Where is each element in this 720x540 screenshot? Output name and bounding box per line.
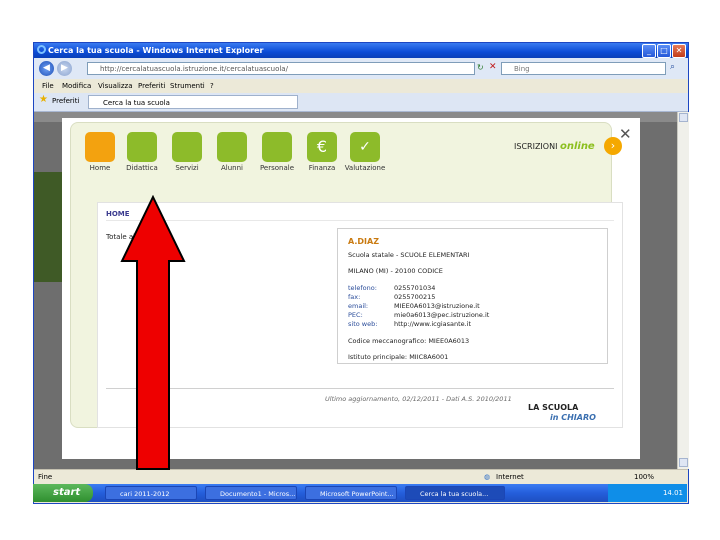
- start-button[interactable]: start: [33, 484, 93, 502]
- school-name: A.DIAZ: [348, 237, 379, 246]
- clock: 14.01: [662, 489, 683, 497]
- sito-link[interactable]: http://www.icgiasante.it: [394, 320, 471, 328]
- address-row: ◀ ▶ http://cercalatuascuola.istruzione.i…: [34, 58, 688, 79]
- taskbar: start cari 2011-2012 Documento1 - Micros…: [33, 484, 687, 502]
- minimize-button[interactable]: _: [642, 44, 656, 58]
- red-arrow-annotation: [120, 195, 186, 470]
- alunni-tile-icon[interactable]: [217, 132, 247, 162]
- logo-in-chiaro: in CHIARO: [550, 413, 596, 422]
- last-update-text: Ultimo aggiornamento, 02/12/2011 - Dati …: [325, 395, 512, 403]
- status-bar: Fine ◍ Internet 100%: [34, 469, 688, 484]
- close-modal-button[interactable]: ✕: [619, 125, 632, 143]
- task-powerpoint[interactable]: Microsoft PowerPoint...: [305, 486, 397, 500]
- tile-label-servizi[interactable]: Servizi: [165, 164, 209, 172]
- back-icon[interactable]: ◀: [39, 61, 54, 76]
- system-tray: 14.01: [608, 484, 687, 502]
- email-link[interactable]: MIEE0A6013@istruzione.it: [394, 302, 480, 310]
- search-icon[interactable]: ⌕: [670, 62, 675, 72]
- stop-icon[interactable]: ✕: [489, 62, 499, 73]
- menu-preferiti[interactable]: Preferiti: [138, 79, 165, 93]
- fax-value: 0255700215: [394, 293, 436, 301]
- tile-label-alunni[interactable]: Alunni: [210, 164, 254, 172]
- istituto-principale: Istituto principale: MIIC8A6001: [348, 353, 449, 361]
- ie-icon: [37, 45, 46, 54]
- logo-la-scuola: LA SCUOLA: [528, 403, 579, 412]
- tile-label-home[interactable]: Home: [78, 164, 122, 172]
- tile-label-finanza[interactable]: Finanza: [300, 164, 344, 172]
- menu-modifica[interactable]: Modifica: [62, 79, 91, 93]
- zone-text: Internet: [496, 473, 524, 481]
- sito-label: sito web:: [348, 320, 378, 328]
- search-input[interactable]: Bing: [501, 62, 666, 75]
- personale-tile-icon[interactable]: [262, 132, 292, 162]
- menu-strumenti[interactable]: Strumenti: [170, 79, 205, 93]
- servizi-tile-icon[interactable]: [172, 132, 202, 162]
- scroll-up-icon[interactable]: [679, 113, 688, 122]
- iscrizioni-online-link[interactable]: ISCRIZIONI online: [514, 141, 595, 152]
- menu-help[interactable]: ?: [210, 79, 214, 93]
- status-text: Fine: [38, 473, 53, 481]
- globe-icon: ◍: [484, 473, 491, 481]
- school-card: A.DIAZ Scuola statale - SCUOLE ELEMENTAR…: [337, 228, 608, 364]
- menu-bar: File Modifica Visualizza Preferiti Strum…: [34, 79, 688, 93]
- scroll-down-icon[interactable]: [679, 458, 688, 467]
- school-city: MILANO (MI) - 20100 CODICE: [348, 267, 443, 275]
- school-type: Scuola statale - SCUOLE ELEMENTARI: [348, 251, 470, 259]
- valutazione-check-icon[interactable]: ✓: [350, 132, 380, 162]
- menu-visualizza[interactable]: Visualizza: [98, 79, 132, 93]
- home-tile-icon[interactable]: [85, 132, 115, 162]
- telefono-value: 0255701034: [394, 284, 436, 292]
- address-bar[interactable]: http://cercalatuascuola.istruzione.it/ce…: [87, 62, 475, 75]
- pec-link[interactable]: mie0a6013@pec.istruzione.it: [394, 311, 489, 319]
- iscrizioni-prefix: ISCRIZIONI: [514, 142, 558, 151]
- title-bar[interactable]: Cerca la tua scuola - Windows Internet E…: [34, 43, 688, 58]
- menu-file[interactable]: File: [42, 79, 54, 93]
- refresh-icon[interactable]: ↻: [477, 63, 487, 74]
- pec-label: PEC:: [348, 311, 363, 319]
- background-sidebar: [34, 172, 62, 282]
- tile-label-personale[interactable]: Personale: [255, 164, 299, 172]
- arrow-shape: [120, 195, 186, 470]
- codice-meccanografico: Codice meccanografico: MIEE0A6013: [348, 337, 470, 345]
- telefono-label: telefono:: [348, 284, 377, 292]
- tab-cerca-la-tua-scuola[interactable]: Cerca la tua scuola: [88, 95, 298, 109]
- finanza-euro-icon[interactable]: €: [307, 132, 337, 162]
- favorites-label[interactable]: Preferiti: [52, 97, 79, 105]
- didattica-tile-icon[interactable]: [127, 132, 157, 162]
- window-title: Cerca la tua scuola - Windows Internet E…: [48, 46, 264, 55]
- vertical-scrollbar[interactable]: [677, 112, 689, 469]
- task-cari[interactable]: cari 2011-2012: [105, 486, 197, 500]
- task-cerca-la-tua-scuola[interactable]: Cerca la tua scuola...: [405, 486, 505, 500]
- maximize-button[interactable]: □: [657, 44, 671, 58]
- email-label: email:: [348, 302, 369, 310]
- zoom-level[interactable]: 100%: [634, 470, 654, 484]
- favorites-star-icon[interactable]: ★: [39, 94, 48, 105]
- favorites-bar: ★ Preferiti Cerca la tua scuola: [34, 93, 688, 112]
- fax-label: fax:: [348, 293, 361, 301]
- forward-icon[interactable]: ▶: [57, 61, 72, 76]
- tile-label-didattica[interactable]: Didattica: [120, 164, 164, 172]
- close-button[interactable]: ✕: [672, 44, 686, 58]
- task-documento1[interactable]: Documento1 - Micros...: [205, 486, 297, 500]
- tile-label-valutazione[interactable]: Valutazione: [343, 164, 387, 172]
- iscrizioni-online-word: online: [559, 141, 595, 152]
